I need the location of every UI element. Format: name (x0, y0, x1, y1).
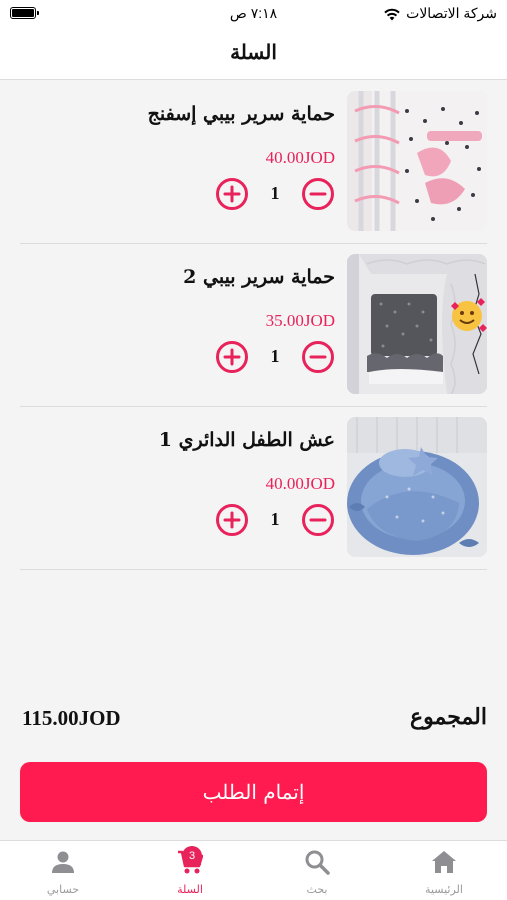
cart-item: عش الطفل الدائري 1 40.00JOD 1 (20, 407, 487, 570)
tab-cart[interactable]: 3 السلة (127, 841, 253, 900)
item-title: حماية سرير بيبي إسفنج (147, 103, 335, 125)
grey-crib-bumper-photo[interactable] (347, 254, 487, 394)
wifi-icon (384, 8, 400, 20)
item-price: 40.00JOD (265, 148, 335, 167)
cart-item: حماية سرير بيبي إسفنج 40.00JOD 1 (20, 81, 487, 244)
tab-label: السلة (177, 883, 203, 896)
decrease-quantity-button[interactable] (301, 177, 335, 211)
quantity-stepper: 1 (215, 177, 335, 211)
person-icon (52, 851, 74, 873)
decrease-quantity-button[interactable] (301, 503, 335, 537)
page-title: السلة (230, 40, 277, 64)
carrier-name: شركة الاتصالات (406, 5, 497, 21)
cart-list: حماية سرير بيبي إسفنج 40.00JOD 1 حماية س… (0, 81, 507, 570)
tab-home[interactable]: الرئيسية (381, 841, 507, 900)
nav-header: السلة (0, 30, 507, 80)
tab-account[interactable]: حسابي (0, 841, 126, 900)
item-price: 40.00JOD (265, 474, 335, 493)
total-row: 115.00JOD المجموع (20, 700, 487, 740)
quantity-value: 1 (270, 183, 280, 203)
tab-label: الرئيسية (425, 883, 463, 896)
quantity-value: 1 (270, 346, 280, 366)
item-title: عش الطفل الدائري 1 (158, 429, 335, 451)
increase-quantity-button[interactable] (215, 340, 249, 374)
carrier-info: شركة الاتصالات (383, 5, 497, 22)
total-label: المجموع (410, 704, 487, 730)
blue-baby-nest-photo[interactable] (347, 417, 487, 557)
tab-label: بحث (306, 883, 328, 896)
tab-bar: حسابي 3 السلة بحث الرئيسية (0, 840, 507, 900)
item-title: حماية سرير بيبي 2 (183, 266, 335, 288)
quantity-stepper: 1 (215, 503, 335, 537)
total-value: 115.00JOD (22, 706, 121, 730)
cart-item: حماية سرير بيبي 2 35.00JOD 1 (20, 244, 487, 407)
tab-label: حسابي (46, 883, 80, 896)
checkout-button[interactable]: إتمام الطلب (20, 762, 487, 822)
home-icon (432, 851, 456, 873)
search-icon (305, 850, 330, 875)
increase-quantity-button[interactable] (215, 503, 249, 537)
quantity-value: 1 (270, 509, 280, 529)
decrease-quantity-button[interactable] (301, 340, 335, 374)
cart-count-badge: 3 (182, 846, 202, 866)
status-bar: ٧:١٨ ص شركة الاتصالات (0, 0, 507, 30)
tab-search[interactable]: بحث (254, 841, 380, 900)
item-price: 35.00JOD (265, 311, 335, 330)
quantity-stepper: 1 (215, 340, 335, 374)
pink-crib-bumper-photo[interactable] (347, 91, 487, 231)
increase-quantity-button[interactable] (215, 177, 249, 211)
